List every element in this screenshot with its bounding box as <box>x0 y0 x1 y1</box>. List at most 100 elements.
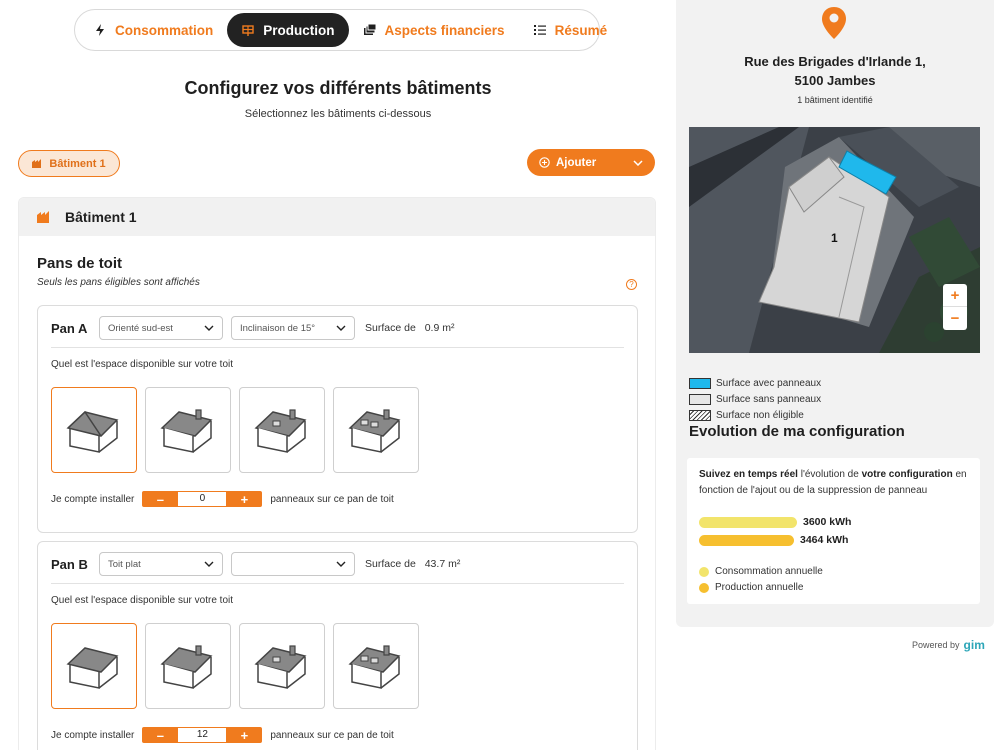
building-chip[interactable]: Bâtiment 1 <box>18 150 120 177</box>
production-label: Production annuelle <box>715 582 804 593</box>
space-option-chimney-window[interactable] <box>239 623 325 709</box>
building-count: 1 bâtiment identifié <box>797 95 873 105</box>
chevron-down-icon <box>633 159 643 166</box>
house-clear-icon <box>66 410 119 453</box>
panel-count-input[interactable]: 12 <box>178 727 227 743</box>
address-line1: Rue des Brigades d'Irlande 1, <box>744 54 926 69</box>
surface-label: Surface de <box>365 558 416 570</box>
surface-unit: m² <box>448 558 461 570</box>
solar-panel-icon <box>242 25 254 36</box>
inclination-value: Inclinaison de 15° <box>240 322 316 334</box>
space-question: Quel est l'espace disponible sur votre t… <box>51 359 234 370</box>
legend-label: Surface non éligible <box>716 409 804 421</box>
production-value: 3464 kWh <box>800 534 849 546</box>
inclination-select[interactable]: Inclinaison de 15° <box>231 316 355 340</box>
nav-consommation[interactable]: Consommation <box>79 13 227 47</box>
nav-label: Résumé <box>554 22 608 38</box>
address: Rue des Brigades d'Irlande 1, 5100 Jambe… <box>676 52 994 90</box>
space-option-obstacles[interactable] <box>333 623 419 709</box>
space-option-full[interactable] <box>51 623 137 709</box>
surface-text: Surface de 43.7 m² <box>365 558 460 570</box>
building-icon <box>37 211 49 223</box>
building-header: Bâtiment 1 <box>19 198 655 236</box>
aerial-map[interactable]: 1 <box>689 127 980 353</box>
decrement-button[interactable]: – <box>142 727 179 743</box>
orientation-select[interactable]: Orienté sud-est <box>99 316 223 340</box>
evolution-description: Suivez en temps réel l'évolution de votr… <box>699 467 974 499</box>
list-icon <box>533 25 546 35</box>
pan-name: Pan B <box>51 556 88 572</box>
page: Consommation Production Aspects financie… <box>0 0 1000 750</box>
house-chimney-window-icon <box>254 409 307 453</box>
space-option-chimney[interactable] <box>145 387 231 473</box>
legend-item: Surface avec panneaux <box>689 375 821 391</box>
panel-stepper: – 0 + <box>142 491 263 507</box>
inclination-select[interactable] <box>231 552 355 576</box>
legend-label: Surface sans panneaux <box>716 393 822 405</box>
orientation-value: Orienté sud-est <box>108 322 173 334</box>
house-obstacles-icon <box>348 645 401 689</box>
space-question: Quel est l'espace disponible sur votre t… <box>51 595 234 606</box>
production-dot <box>699 582 709 593</box>
production-bar <box>699 534 794 546</box>
nav-production[interactable]: Production <box>227 13 349 47</box>
building-chip-label: Bâtiment 1 <box>49 157 106 170</box>
building-title: Bâtiment 1 <box>65 209 137 225</box>
install-prefix: Je compte installer <box>51 493 135 505</box>
install-suffix: panneaux sur ce pan de toit <box>270 493 394 505</box>
consumption-bar <box>699 516 797 528</box>
space-option-obstacles[interactable] <box>333 387 419 473</box>
evolution-desc-mid: l'évolution de <box>797 469 862 480</box>
pan-card: Pan B Toit plat Surface de 43.7 m² Quel … <box>37 541 638 750</box>
space-option-chimney[interactable] <box>145 623 231 709</box>
brand-logo[interactable]: gim <box>964 638 985 652</box>
zoom-out-button[interactable]: − <box>943 307 967 330</box>
nav-resume[interactable]: Résumé <box>519 13 622 47</box>
zoom-in-button[interactable]: + <box>943 284 967 307</box>
divider <box>51 583 624 584</box>
help-icon[interactable]: ? <box>626 279 637 290</box>
pan-card: Pan A Orienté sud-est Inclinaison de 15°… <box>37 305 638 533</box>
surface-label: Surface de <box>365 322 416 334</box>
install-row: Je compte installer – 0 + panneaux sur c… <box>51 491 394 507</box>
pans-title: Pans de toit <box>37 255 123 272</box>
evolution-desc-bold1: Suivez en temps réel <box>699 469 798 480</box>
space-options <box>51 387 419 473</box>
step-nav: Consommation Production Aspects financie… <box>74 9 607 51</box>
panel-count-input[interactable]: 0 <box>178 491 227 507</box>
page-title: Configurez vos différents bâtiments <box>184 78 492 98</box>
add-button-label: Ajouter <box>556 156 597 169</box>
divider <box>51 347 624 348</box>
address-line2: 5100 Jambes <box>794 73 876 88</box>
pans-subtitle: Seuls les pans éligibles sont affichés <box>37 277 200 288</box>
legend-item: Surface sans panneaux <box>689 391 821 407</box>
chevron-down-icon <box>204 325 214 331</box>
increment-button[interactable]: + <box>226 727 263 743</box>
page-subtitle: Sélectionnez les bâtiments ci-dessous <box>244 108 432 120</box>
space-options <box>51 623 419 709</box>
install-row: Je compte installer – 12 + panneaux sur … <box>51 727 394 743</box>
chevron-down-icon <box>336 561 346 567</box>
nav-label: Consommation <box>115 22 214 38</box>
evolution-card: Suivez en temps réel l'évolution de votr… <box>687 458 980 604</box>
chevron-down-icon <box>336 325 346 331</box>
location-panel: Rue des Brigades d'Irlande 1, 5100 Jambe… <box>676 0 994 627</box>
house-chimney-icon <box>160 409 213 453</box>
orientation-select[interactable]: Toit plat <box>99 552 223 576</box>
house-obstacles-icon <box>348 409 401 453</box>
space-option-chimney-window[interactable] <box>239 387 325 473</box>
add-building-button[interactable]: Ajouter <box>527 149 655 176</box>
nav-label: Aspects financiers <box>384 22 505 38</box>
space-option-full[interactable] <box>51 387 137 473</box>
building-card: Bâtiment 1 Pans de toit Seuls les pans é… <box>18 197 656 750</box>
powered-label: Powered by <box>912 640 960 650</box>
map-legend: Surface avec panneaux Surface sans panne… <box>689 375 821 423</box>
pan-header-row: Pan B Toit plat Surface de 43.7 m² <box>51 552 460 576</box>
nav-aspects-financiers[interactable]: Aspects financiers <box>349 13 519 47</box>
consumption-bar-row: 3600 kWh <box>699 516 851 528</box>
production-bar-row: 3464 kWh <box>699 534 848 546</box>
increment-button[interactable]: + <box>226 491 263 507</box>
production-legend: Production annuelle <box>699 582 803 593</box>
consumption-label: Consommation annuelle <box>715 566 823 577</box>
decrement-button[interactable]: – <box>142 491 179 507</box>
